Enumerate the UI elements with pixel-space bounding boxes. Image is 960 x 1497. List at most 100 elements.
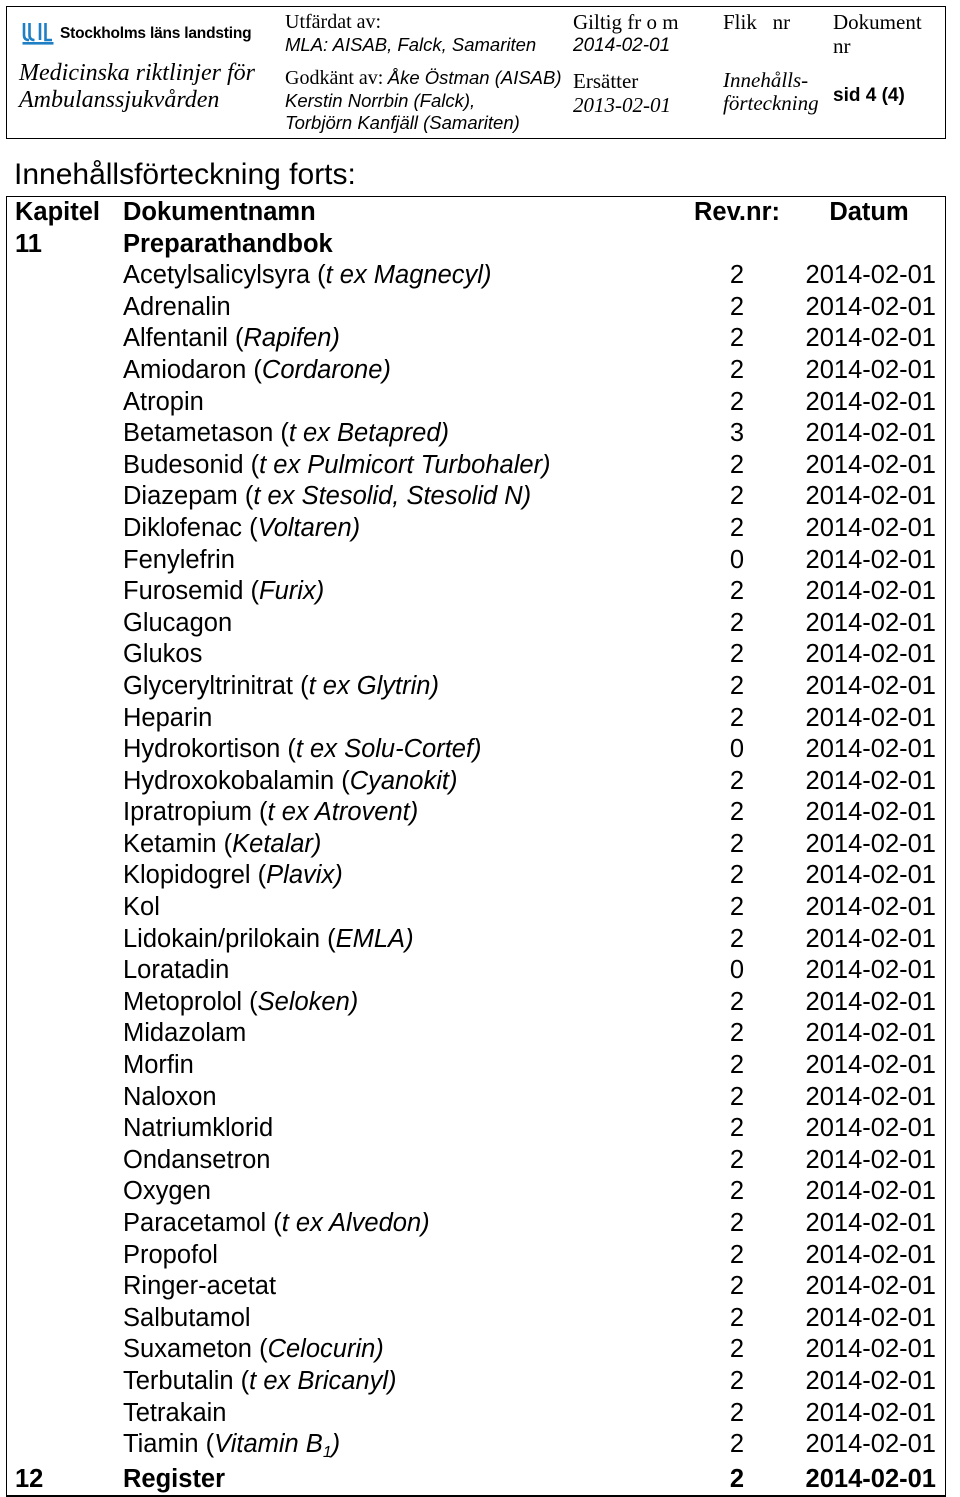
cell-revision: 2 [729, 608, 745, 637]
document-name-plain: Propofol [123, 1240, 218, 1269]
header-col-organisation: Stockholms läns landsting Medicinska rik… [7, 7, 279, 138]
cell-chapter [7, 418, 121, 450]
cell-chapter [7, 639, 121, 671]
document-name-plain: Fenylefrin [123, 545, 235, 574]
cell-chapter [7, 513, 121, 545]
toc-table: Kapitel Dokumentnamn Rev.nr: Datum 11 Pre… [7, 197, 945, 1495]
cell-chapter [7, 703, 121, 735]
table-row: Oxygen 2 2014-02-01 [7, 1176, 945, 1208]
cell-chapter [7, 766, 121, 798]
cell-chapter [7, 955, 121, 987]
cell-document-name: Fenylefrin [121, 545, 681, 577]
cell-chapter [7, 829, 121, 861]
document-name-plain: Heparin [123, 703, 213, 732]
cell-date: 2014-02-01 [805, 640, 936, 669]
cell-date: 2014-02-01 [805, 1145, 936, 1174]
cell-revision: 2 [729, 577, 745, 606]
table-row: Tiamin (Vitamin B1) 2 2014-02-01 [7, 1429, 945, 1464]
cell-document-name: Kol [121, 892, 681, 924]
cell-document-name: Ringer-acetat [121, 1271, 681, 1303]
cell-chapter [7, 1303, 121, 1335]
table-row: Tetrakain 2 2014-02-01 [7, 1398, 945, 1430]
document-name-brand: t ex Alvedon) [281, 1209, 430, 1237]
cell-document-name: Glukos [121, 639, 681, 671]
cell-document-name: Heparin [121, 703, 681, 735]
table-row: Fenylefrin 0 2014-02-01 [7, 545, 945, 577]
table-header-row: Kapitel Dokumentnamn Rev.nr: Datum [7, 197, 945, 229]
cell-document-name: Metoprolol (Seloken) [121, 987, 681, 1019]
cell-chapter [7, 1398, 121, 1430]
document-name-plain: Loratadin [123, 956, 230, 985]
table-row: Diklofenac (Voltaren) 2 2014-02-01 [7, 513, 945, 545]
cell-chapter [7, 1082, 121, 1114]
cell-chapter: 11 [15, 229, 42, 258]
cell-date: 2014-02-01 [805, 324, 936, 353]
cell-chapter [7, 924, 121, 956]
cell-date: 2014-02-01 [805, 1082, 936, 1111]
cell-revision: 2 [729, 1272, 745, 1301]
document-name-brand: t ex Glytrin) [308, 671, 439, 700]
cell-document-name: Glucagon [121, 608, 681, 640]
cell-document-name: Hydrokortison (t ex Solu-Cortef) [121, 734, 681, 766]
cell-revision: 2 [729, 1145, 745, 1174]
document-name-plain: Furosemid ( [123, 577, 260, 606]
cell-chapter: 12 [15, 1464, 44, 1493]
cell-revision: 2 [729, 1019, 745, 1048]
table-row: Morfin 2 2014-02-01 [7, 1050, 945, 1082]
cell-revision: 2 [729, 1366, 745, 1395]
cell-chapter [7, 1050, 121, 1082]
valid-from-label: Giltig fr o m [573, 10, 679, 34]
document-name-plain: Ketamin ( [123, 829, 233, 858]
column-header-chapter: Kapitel [15, 198, 101, 226]
approved-by-value-line-2: Kerstin Norrbin (Falck), [285, 90, 476, 112]
document-name-brand: Seloken) [257, 987, 359, 1016]
document-name-brand: t ex Bricanyl) [249, 1366, 397, 1395]
flik-value: Innehålls- förteckning [723, 68, 827, 116]
table-row: Furosemid (Furix) 2 2014-02-01 [7, 576, 945, 608]
cell-date: 2014-02-01 [805, 1366, 936, 1395]
table-row: Ondansetron 2 2014-02-01 [7, 1145, 945, 1177]
cell-chapter [7, 1271, 121, 1303]
column-header-name: Dokumentnamn [123, 198, 316, 226]
cell-date: 2014-02-01 [805, 292, 936, 321]
cell-revision: 2 [729, 324, 745, 353]
document-nr-label-line-2: nr [833, 33, 851, 58]
document-title-line-2: Ambulanssjukvården [19, 86, 220, 113]
table-row: Glyceryltrinitrat (t ex Glytrin) 2 2014-02… [7, 671, 945, 703]
cell-date: 2014-02-01 [805, 798, 936, 827]
document-name-subscript: 1 [322, 1443, 332, 1461]
document-name-brand: t ex Solu-Cortef) [295, 735, 482, 764]
cell-document-name: Morfin [121, 1050, 681, 1082]
cell-chapter [7, 1429, 121, 1464]
table-row: Adrenalin 2 2014-02-01 [7, 292, 945, 324]
document-name-brand: Vitamin B [214, 1430, 323, 1459]
document-name-brand: Voltaren) [257, 513, 361, 542]
document-name-plain: Lidokain/prilokain ( [123, 924, 336, 953]
cell-document-name: Midazolam [121, 1018, 681, 1050]
document-name-plain: Morfin [123, 1051, 194, 1080]
cell-date: 2014-02-01 [805, 577, 936, 606]
table-row: Klopidogrel (Plavix) 2 2014-02-01 [7, 860, 945, 892]
table-row: Suxameton (Celocurin) 2 2014-02-01 [7, 1334, 945, 1366]
table-row: Atropin 2 2014-02-01 [7, 387, 945, 419]
flik-label-nr: nr [772, 10, 791, 34]
cell-revision: 3 [729, 419, 745, 448]
document-name-brand: EMLA) [335, 924, 414, 953]
valid-from-value: 2014-02-01 [573, 34, 671, 56]
cell-revision: 2 [729, 1082, 745, 1111]
cell-chapter [7, 1113, 121, 1145]
cell-date: 2014-02-01 [805, 545, 936, 574]
cell-document-name: Hydroxokobalamin (Cyanokit) [121, 766, 681, 798]
flik-value-line-2: förteckning [723, 91, 819, 116]
cell-chapter [7, 292, 121, 324]
cell-date: 2014-02-01 [805, 1430, 936, 1459]
cell-chapter [7, 734, 121, 766]
cell-revision: 2 [729, 513, 745, 542]
approved-by-value-line-3: Torbjörn Kanfjäll (Samariten) [285, 111, 520, 133]
issuer-label: Utfärdat av: [285, 11, 382, 33]
table-row: Terbutalin (t ex Bricanyl) 2 2014-02-01 [7, 1366, 945, 1398]
page-title: Innehållsförteckning forts: [14, 158, 356, 191]
document-name-plain: Budesonid ( [123, 450, 260, 479]
cell-document-name: Terbutalin (t ex Bricanyl) [121, 1366, 681, 1398]
document-name-plain: Salbutamol [123, 1303, 251, 1332]
